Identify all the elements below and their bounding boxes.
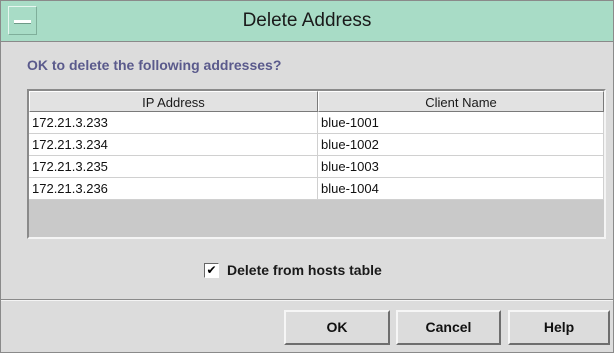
client-name-cell: blue-1002 bbox=[318, 134, 604, 156]
confirmation-prompt: OK to delete the following addresses? bbox=[27, 57, 282, 73]
button-separator bbox=[1, 299, 613, 301]
delete-from-hosts-label: Delete from hosts table bbox=[227, 262, 382, 278]
ok-button[interactable]: OK bbox=[284, 310, 390, 345]
table-row[interactable]: 172.21.3.235 blue-1003 bbox=[29, 156, 604, 178]
client-name-cell: blue-1003 bbox=[318, 156, 604, 178]
column-header-client-name[interactable]: Client Name bbox=[318, 91, 604, 112]
cancel-button[interactable]: Cancel bbox=[396, 310, 501, 345]
title-bar[interactable]: Delete Address bbox=[1, 1, 613, 42]
client-name-cell: blue-1004 bbox=[318, 178, 604, 200]
dialog-title: Delete Address bbox=[242, 10, 372, 31]
column-header-ip-address[interactable]: IP Address bbox=[29, 91, 318, 112]
delete-address-dialog: Delete Address OK to delete the followin… bbox=[0, 0, 614, 353]
delete-from-hosts-option[interactable]: ✔ Delete from hosts table bbox=[204, 260, 382, 280]
delete-from-hosts-checkbox[interactable]: ✔ bbox=[204, 262, 219, 278]
ip-address-cell: 172.21.3.236 bbox=[29, 178, 318, 200]
client-name-cell: blue-1001 bbox=[318, 112, 604, 134]
ip-address-cell: 172.21.3.235 bbox=[29, 156, 318, 178]
table-row[interactable]: 172.21.3.234 blue-1002 bbox=[29, 134, 604, 156]
table-row[interactable]: 172.21.3.236 blue-1004 bbox=[29, 178, 604, 200]
ip-address-cell: 172.21.3.234 bbox=[29, 134, 318, 156]
address-table: IP Address Client Name 172.21.3.233 blue… bbox=[27, 89, 606, 239]
ip-address-cell: 172.21.3.233 bbox=[29, 112, 318, 134]
table-row[interactable]: 172.21.3.233 blue-1001 bbox=[29, 112, 604, 134]
help-button[interactable]: Help bbox=[508, 310, 610, 345]
table-header: IP Address Client Name bbox=[29, 91, 604, 112]
